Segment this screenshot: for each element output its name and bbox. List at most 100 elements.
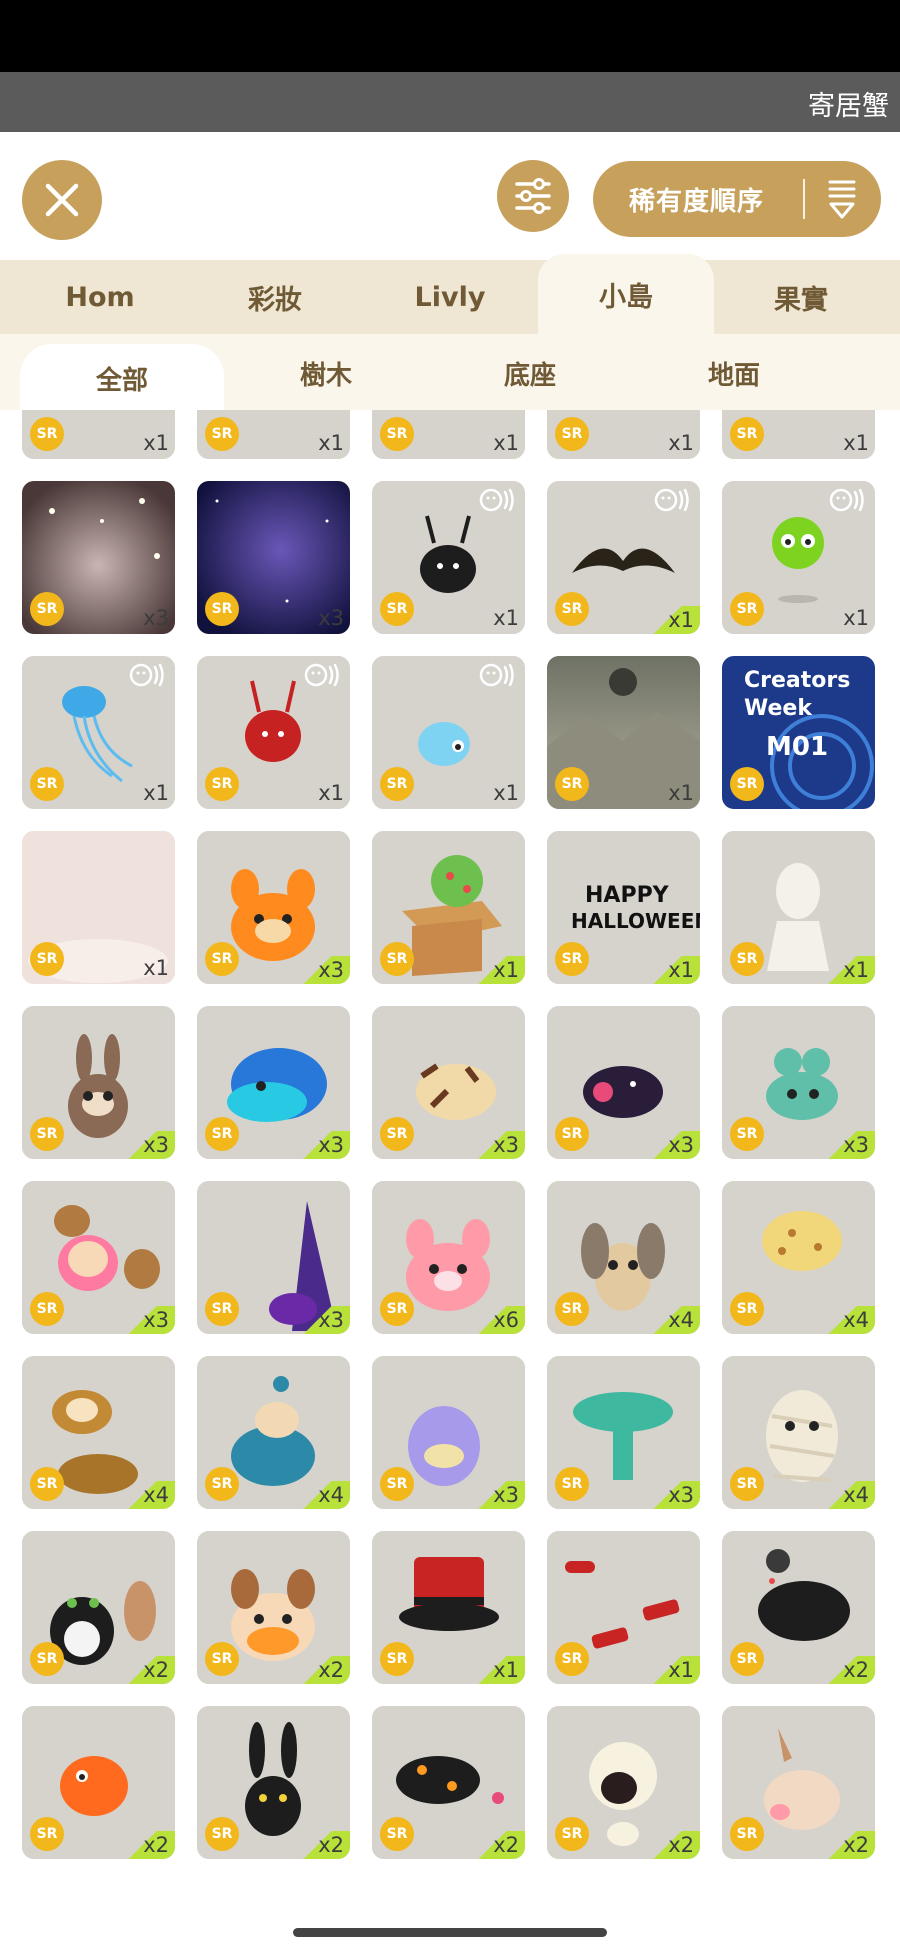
rarity-badge: SR bbox=[205, 1467, 239, 1501]
rarity-badge: SR bbox=[380, 417, 414, 451]
item-tile-mummy[interactable]: SR x4 bbox=[722, 1356, 875, 1509]
rarity-badge: SR bbox=[380, 942, 414, 976]
item-count: x1 bbox=[318, 431, 344, 455]
rarity-badge: SR bbox=[30, 942, 64, 976]
item-count: x2 bbox=[125, 1656, 175, 1684]
item-tile-turtle[interactable]: SR x4 bbox=[197, 1356, 350, 1509]
item-tile-lilac[interactable]: SR x3 bbox=[372, 1356, 525, 1509]
item-tile-sheep[interactable]: SR x2 bbox=[547, 1706, 700, 1859]
item-tile-pink-bear[interactable]: SR x6 bbox=[372, 1181, 525, 1334]
sort-button[interactable]: 稀有度順序 bbox=[593, 161, 881, 237]
subtab-0[interactable]: 全部 bbox=[20, 344, 224, 412]
item-count: x3 bbox=[650, 1131, 700, 1159]
item-tile-unicorn[interactable]: SR x2 bbox=[722, 1706, 875, 1859]
item-count: x1 bbox=[143, 781, 169, 805]
tab-0[interactable]: Hom bbox=[12, 260, 188, 334]
item-count: x3 bbox=[300, 1306, 350, 1334]
item-tile-black-deer[interactable]: SR x1 bbox=[372, 481, 525, 634]
rarity-badge: SR bbox=[380, 1292, 414, 1326]
item-count: x3 bbox=[650, 1481, 700, 1509]
sound-icon bbox=[304, 663, 339, 687]
sort-order-icon bbox=[828, 180, 856, 219]
item-count: x3 bbox=[475, 1131, 525, 1159]
item-tile-teal-table[interactable]: SR x3 bbox=[547, 1356, 700, 1509]
tab-3[interactable]: 小島 bbox=[538, 254, 714, 334]
item-tile-black-cat[interactable]: SR x2 bbox=[22, 1531, 175, 1684]
home-indicator[interactable] bbox=[293, 1928, 607, 1937]
rarity-badge: SR bbox=[730, 1292, 764, 1326]
rarity-badge: SR bbox=[30, 1117, 64, 1151]
card-text: Creators bbox=[744, 668, 851, 693]
item-tile-pale-room[interactable]: SR x1 bbox=[22, 831, 175, 984]
rarity-badge: SR bbox=[730, 592, 764, 626]
card-text: HALLOWEEN bbox=[571, 909, 700, 933]
item-tile-mustache[interactable]: SR x1 bbox=[547, 481, 700, 634]
item-count: x2 bbox=[125, 1831, 175, 1859]
item-tile-orange-bear[interactable]: SR x3 bbox=[197, 831, 350, 984]
item-tile-blue-puff[interactable]: SR x1 bbox=[372, 656, 525, 809]
tab-4[interactable]: 果實 bbox=[713, 260, 889, 334]
item-tile-cookie[interactable]: SR x4 bbox=[722, 1181, 875, 1334]
subcategory-tabs: 全部 樹木 底座 地面 bbox=[0, 334, 900, 412]
item-tile-galaxy[interactable]: SR x3 bbox=[197, 481, 350, 634]
item-count: x1 bbox=[143, 956, 169, 980]
rarity-badge: SR bbox=[205, 592, 239, 626]
notification-banner: 寄居蟹 bbox=[0, 72, 900, 132]
item-tile-cards[interactable]: SR x1 bbox=[197, 410, 350, 459]
item-tile-red-deer[interactable]: SR x1 bbox=[197, 656, 350, 809]
rarity-badge: SR bbox=[555, 1117, 589, 1151]
item-tile-blue-blob[interactable]: SR x3 bbox=[197, 1006, 350, 1159]
rarity-badge: SR bbox=[380, 767, 414, 801]
item-tile-moon-lake[interactable]: SR x1 bbox=[547, 656, 700, 809]
rarity-badge: SR bbox=[30, 592, 64, 626]
item-tile-pink-doll[interactable]: SR x3 bbox=[22, 1181, 175, 1334]
item-tile-black-rabbit[interactable]: SR x2 bbox=[197, 1706, 350, 1859]
item-tile-orange-bird[interactable]: SR x2 bbox=[22, 1706, 175, 1859]
subtab-3[interactable]: 地面 bbox=[632, 334, 836, 412]
item-tile-window[interactable]: SR x1 bbox=[722, 410, 875, 459]
item-tile-black-rat[interactable]: SR x2 bbox=[722, 1531, 875, 1684]
toolbar: 稀有度順序 bbox=[0, 132, 900, 260]
item-tile-bust[interactable]: SR x1 bbox=[722, 831, 875, 984]
item-tile-box-tree[interactable]: SR x1 bbox=[372, 831, 525, 984]
rarity-badge: SR bbox=[380, 1817, 414, 1851]
item-tile-teal-mouse[interactable]: SR x3 bbox=[722, 1006, 875, 1159]
close-button[interactable] bbox=[22, 160, 102, 240]
item-tile-green-owl[interactable]: SR x1 bbox=[722, 481, 875, 634]
item-tile-snake[interactable]: SR x4 bbox=[22, 1356, 175, 1509]
item-count: x1 bbox=[650, 956, 700, 984]
subtab-2[interactable]: 底座 bbox=[428, 334, 632, 412]
sound-icon bbox=[654, 488, 689, 512]
item-count: x1 bbox=[668, 431, 694, 455]
item-tile-tan-dog[interactable]: SR x4 bbox=[547, 1181, 700, 1334]
rarity-badge: SR bbox=[205, 942, 239, 976]
item-tile-cloud[interactable]: SR x1 bbox=[372, 410, 525, 459]
item-tile-purple-ghost[interactable]: SR x3 bbox=[197, 1181, 350, 1334]
item-tile-striped[interactable]: SR x3 bbox=[372, 1006, 525, 1159]
item-tile-brown-rabbit[interactable]: SR x3 bbox=[22, 1006, 175, 1159]
item-tile-bat-pig[interactable]: SR x2 bbox=[197, 1531, 350, 1684]
tab-2[interactable]: Livly bbox=[362, 260, 538, 334]
rarity-badge: SR bbox=[205, 1817, 239, 1851]
item-tile-jar[interactable]: SR x1 bbox=[547, 410, 700, 459]
item-count: x1 bbox=[493, 781, 519, 805]
item-grid[interactable]: SR x1 SR x1 SR x1 SR x1 SR x1 SR x3 SR x3 SR x1 SR x1 SR x1… bbox=[0, 410, 900, 1910]
filter-button[interactable] bbox=[497, 160, 569, 232]
item-tile-black-pig[interactable]: SR x3 bbox=[547, 1006, 700, 1159]
item-tile-halloween[interactable]: HAPPY HALLOWEEN SR x1 bbox=[547, 831, 700, 984]
item-tile-pink-sky[interactable]: SR x3 bbox=[22, 481, 175, 634]
item-tile-creators[interactable]: Creators Week M01 SR bbox=[722, 656, 875, 809]
item-tile-jellyfish[interactable]: SR x1 bbox=[22, 656, 175, 809]
rarity-badge: SR bbox=[205, 1292, 239, 1326]
item-tile-flowers[interactable]: SR x1 bbox=[22, 410, 175, 459]
subtab-1[interactable]: 樹木 bbox=[224, 334, 428, 412]
item-count: x3 bbox=[318, 606, 344, 630]
card-text: Week bbox=[744, 696, 812, 721]
item-tile-sticks[interactable]: SR x1 bbox=[547, 1531, 700, 1684]
item-tile-hat[interactable]: SR x1 bbox=[372, 1531, 525, 1684]
item-count: x6 bbox=[475, 1306, 525, 1334]
item-count: x1 bbox=[825, 956, 875, 984]
item-tile-black-fish[interactable]: SR x2 bbox=[372, 1706, 525, 1859]
item-count: x1 bbox=[668, 781, 694, 805]
tab-1[interactable]: 彩妝 bbox=[187, 260, 363, 334]
